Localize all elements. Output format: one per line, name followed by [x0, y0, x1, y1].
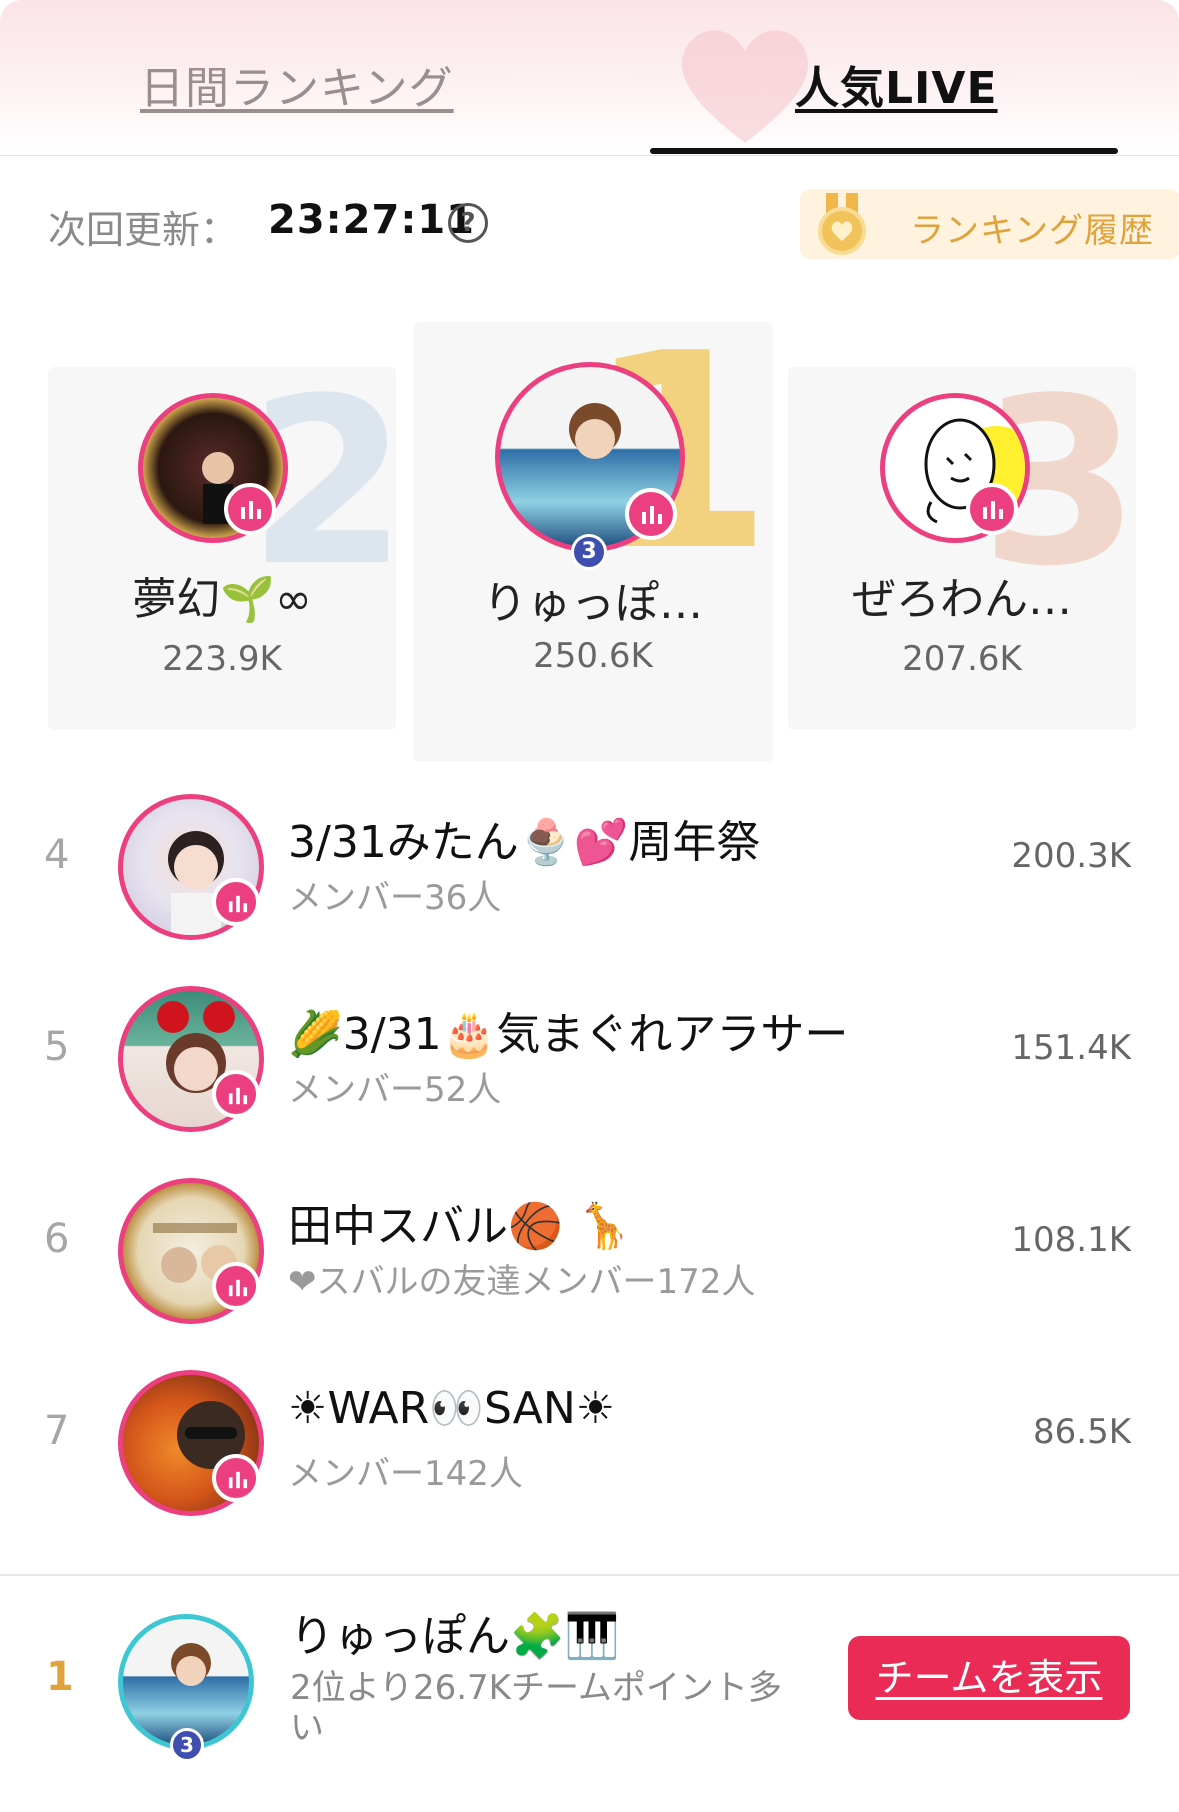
show-team-button[interactable]: チームを表示 — [848, 1636, 1130, 1720]
rank-number: 7 — [44, 1408, 70, 1454]
live-indicator-icon — [212, 878, 260, 926]
team-name: ☀WAR👀SAN☀ — [288, 1383, 616, 1434]
next-update-label: 次回更新： — [48, 208, 239, 252]
live-indicator-icon — [212, 1070, 260, 1118]
question-circle-icon[interactable]: ? — [448, 203, 488, 243]
list-item[interactable]: 4 3/31みたん🍨💕周年祭 メンバー36人 200.3K — [0, 766, 1179, 956]
tab-popular-live[interactable]: 人気LIVE — [795, 52, 998, 114]
list-item[interactable]: 5 🌽3/31🎂気まぐれアラサー メンバー52人 151.4K — [0, 958, 1179, 1148]
member-count: ❤スバルの友達メンバー172人 — [288, 1262, 756, 1302]
next-update-countdown: 23:27:11 — [268, 197, 475, 243]
team-name: 3/31みたん🍨💕周年祭 — [288, 817, 761, 868]
live-indicator-icon — [224, 483, 276, 535]
podium-rank-1[interactable]: 1 3 りゅっぽ… 250.6K — [413, 322, 773, 762]
podium-score: 250.6K — [533, 636, 653, 676]
my-team-rank: 1 — [46, 1654, 74, 1700]
level-badge: 3 — [170, 1728, 204, 1762]
rank-number: 6 — [44, 1216, 70, 1262]
my-team-name: りゅっぽん🧩🎹 — [290, 1611, 620, 1662]
live-indicator-icon — [625, 488, 677, 540]
team-score: 151.4K — [1011, 1028, 1131, 1068]
points-difference-text: 2位より26.7Kチームポイント多い — [290, 1668, 782, 1748]
live-indicator-icon — [212, 1262, 260, 1310]
member-count: メンバー52人 — [288, 1070, 502, 1110]
level-badge: 3 — [571, 534, 607, 570]
member-count: メンバー142人 — [288, 1454, 523, 1494]
live-indicator-icon — [966, 483, 1018, 535]
active-tab-indicator — [650, 148, 1118, 154]
update-row: 次回更新： 23:27:11 ? ランキング履歴 — [48, 189, 1179, 259]
team-score: 200.3K — [1011, 836, 1131, 876]
team-name: 🌽3/31🎂気まぐれアラサー — [288, 1009, 849, 1060]
podium-score: 223.9K — [162, 639, 282, 679]
medal-icon — [818, 193, 866, 255]
live-indicator-icon — [212, 1454, 260, 1502]
podium-name: 夢幻🌱∞ — [132, 574, 312, 625]
rank-number: 5 — [44, 1024, 70, 1070]
ranking-history-label: ランキング履歴 — [910, 211, 1154, 251]
list-item[interactable]: 6 田中スバル🏀 🦒 ❤スバルの友達メンバー172人 108.1K — [0, 1150, 1179, 1340]
tab-daily-ranking[interactable]: 日間ランキング — [140, 52, 454, 114]
team-name: 田中スバル🏀 🦒 — [288, 1201, 632, 1252]
tab-header: 日間ランキング 人気LIVE — [0, 0, 1179, 156]
team-score: 86.5K — [1033, 1412, 1131, 1452]
podium-name: りゅっぽ… — [483, 578, 703, 629]
member-count: メンバー36人 — [288, 878, 502, 918]
ranking-history-button[interactable]: ランキング履歴 — [800, 189, 1179, 259]
podium-score: 207.6K — [902, 639, 1022, 679]
my-team-bar: 1 3 りゅっぽん🧩🎹 2位より26.7Kチームポイント多い チームを表示 — [0, 1574, 1179, 1812]
list-item[interactable]: 7 ☀WAR👀SAN☀ メンバー142人 86.5K — [0, 1342, 1179, 1532]
podium-rank-3[interactable]: 3 ぜろわん… 207.6K — [788, 367, 1136, 730]
rank-number: 4 — [44, 832, 70, 878]
podium-rank-2[interactable]: 2 夢幻🌱∞ 223.9K — [48, 367, 396, 730]
podium-name: ぜろわん… — [852, 574, 1072, 625]
team-score: 108.1K — [1011, 1220, 1131, 1260]
